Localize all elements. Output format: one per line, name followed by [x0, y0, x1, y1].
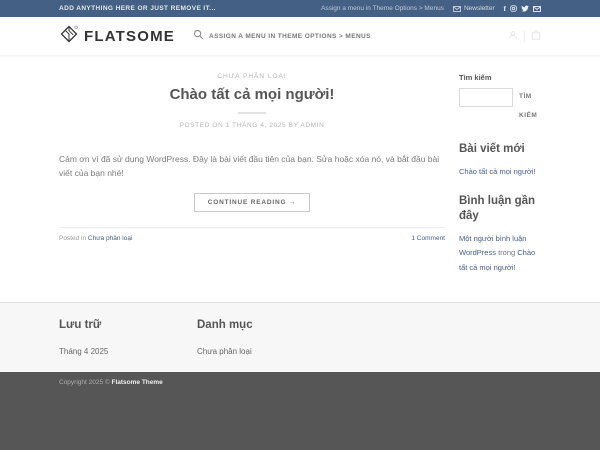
copyright-bar: Copyright 2025 © Flatsome Theme [0, 372, 600, 450]
logo-text: FLATSOME [84, 28, 175, 45]
comment-connector: trong [498, 248, 515, 257]
search-input[interactable] [459, 88, 513, 107]
post-title[interactable]: Chào tất cả mọi người! [59, 86, 445, 103]
categories-title: Danh mục [197, 319, 335, 331]
search-icon[interactable] [193, 27, 204, 45]
list-item: Chào tất cả mọi người! [459, 165, 541, 179]
recent-post-link[interactable]: Chào tất cả mọi người! [459, 167, 536, 176]
post-footer-meta: Posted in Chưa phân loại 1 Comment [59, 227, 445, 242]
email-icon[interactable] [533, 6, 541, 12]
newsletter-label: Newsletter [464, 5, 495, 12]
comment-count-link[interactable]: 1 Comment [411, 235, 445, 242]
instagram-icon[interactable] [510, 5, 517, 12]
blog-post: CHƯA PHÂN LOẠI Chào tất cả mọi người! PO… [59, 73, 445, 291]
recent-comment-item: Một người bình luận WordPress trong Chào… [459, 232, 541, 275]
copyright-text: Copyright 2025 © [59, 379, 112, 386]
archives-widget: Lưu trữ Tháng 4 2025 [59, 319, 197, 359]
post-category-link[interactable]: CHƯA PHÂN LOẠI [217, 73, 286, 80]
site-header: FLATSOME ASSIGN A MENU IN THEME OPTIONS … [0, 17, 600, 55]
twitter-icon[interactable] [521, 5, 529, 12]
category-link[interactable]: Chưa phân loại [197, 347, 252, 356]
post-meta: POSTED ON 1 THÁNG 4, 2025 BY ADMIN [59, 122, 445, 129]
top-bar: ADD ANYTHING HERE OR JUST REMOVE IT... A… [0, 0, 600, 17]
topbar-message: ADD ANYTHING HERE OR JUST REMOVE IT... [59, 5, 216, 12]
theme-credit-link[interactable]: Flatsome Theme [112, 379, 163, 386]
footer-widgets: Lưu trữ Tháng 4 2025 Danh mục Chưa phân … [0, 302, 600, 372]
envelope-icon [453, 6, 461, 12]
recent-comments-title: Bình luận gần đây [459, 194, 541, 224]
categories-widget: Danh mục Chưa phân loại [197, 319, 335, 359]
facebook-icon[interactable]: f [504, 5, 506, 13]
recent-posts-widget: Bài viết mới Chào tất cả mọi người! [459, 142, 541, 178]
topbar-menu-notice-link[interactable]: Assign a menu in Theme Options > Menus [321, 5, 444, 12]
newsletter-link[interactable]: Newsletter [453, 5, 495, 12]
archives-title: Lưu trữ [59, 319, 197, 331]
account-icon[interactable] [508, 27, 518, 45]
site-logo[interactable]: FLATSOME [59, 24, 175, 49]
sidebar: Tìm kiếm TÌM KIẾM Bài viết mới Chào tất … [459, 73, 541, 291]
posted-in-label: Posted in [59, 235, 86, 242]
search-widget: Tìm kiếm TÌM KIẾM [459, 73, 541, 126]
cart-icon[interactable] [531, 27, 541, 45]
header-divider [524, 31, 525, 42]
recent-posts-title: Bài viết mới [459, 142, 541, 157]
continue-reading-button[interactable]: CONTINUE READING → [194, 193, 310, 212]
nav-menu-placeholder[interactable]: ASSIGN A MENU IN THEME OPTIONS > MENUS [209, 33, 371, 40]
post-excerpt: Cảm ơn vì đã sử dụng WordPress. Đây là b… [59, 152, 445, 180]
title-divider [238, 112, 266, 114]
archive-link[interactable]: Tháng 4 2025 [59, 347, 108, 356]
main-content: CHƯA PHÂN LOẠI Chào tất cả mọi người! PO… [0, 55, 600, 302]
search-submit-button[interactable]: TÌM KIẾM [519, 88, 541, 126]
flatsome-gem-icon [59, 24, 79, 49]
recent-comments-widget: Bình luận gần đây Một người bình luận Wo… [459, 194, 541, 275]
posted-in-category-link[interactable]: Chưa phân loại [88, 235, 132, 242]
search-widget-title: Tìm kiếm [459, 73, 541, 82]
